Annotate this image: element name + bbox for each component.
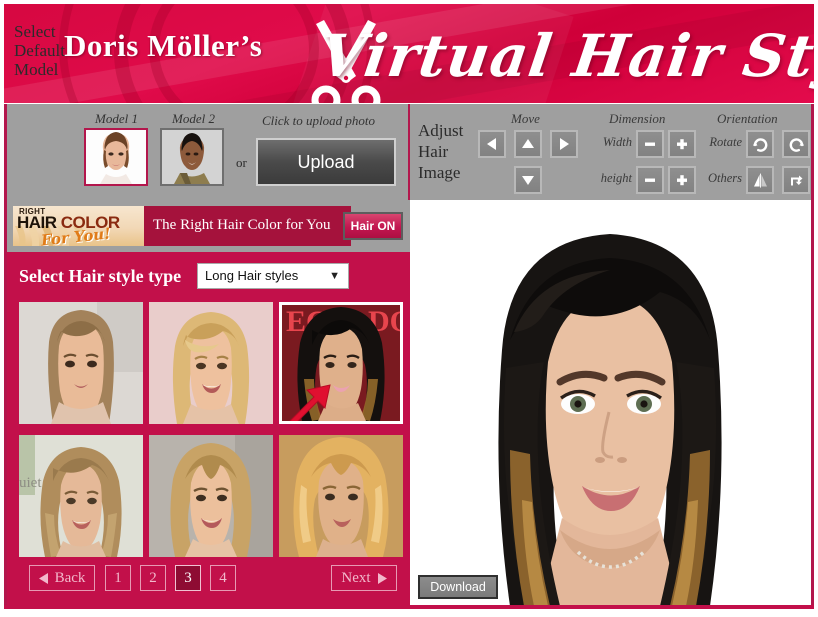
left-panel: RIGHT HAIR COLOR For You! The Right Hair… xyxy=(4,200,413,609)
others-label: Others xyxy=(707,171,742,185)
minus-icon xyxy=(645,178,655,182)
rotate-cw-button[interactable] xyxy=(746,130,774,158)
triangle-up-icon xyxy=(522,139,534,148)
rotate-cw-icon xyxy=(752,137,767,152)
page-footer xyxy=(0,609,818,617)
hairstyle-thumbnail-2[interactable] xyxy=(149,302,273,424)
model-1-caption: Model 1 xyxy=(95,111,138,126)
chevron-down-icon: ▼ xyxy=(329,270,340,282)
rotate-ccw-button[interactable] xyxy=(782,130,810,158)
pagination-page-2[interactable]: 2 xyxy=(140,565,166,591)
pagination-back-label: Back xyxy=(54,569,86,586)
pagination-page-1[interactable]: 1 xyxy=(105,565,131,591)
model-2-thumbnail[interactable] xyxy=(160,128,224,186)
hair-style-type-dropdown[interactable]: Long Hair styles ▼ xyxy=(197,263,349,289)
model-1-thumbnail[interactable] xyxy=(84,128,148,186)
preview-model-image xyxy=(410,200,811,606)
style-type-row: Select Hair style type Long Hair styles … xyxy=(7,260,413,296)
ad-banner-text: The Right Hair Color for You xyxy=(153,217,331,233)
minus-icon xyxy=(645,142,655,146)
move-left-button[interactable] xyxy=(478,130,506,158)
hairstyle-thumbnail-5[interactable] xyxy=(149,435,273,557)
dimension-group-label: Dimension xyxy=(609,111,666,126)
height-decrease-button[interactable] xyxy=(636,166,664,194)
pagination-page-3[interactable]: 3 xyxy=(175,565,201,591)
move-down-button[interactable] xyxy=(514,166,542,194)
or-text: or xyxy=(236,155,247,170)
orientation-group-label: Orientation xyxy=(717,111,778,126)
plus-icon xyxy=(677,139,687,150)
rotate-ccw-icon xyxy=(789,137,804,152)
hair-on-toggle-button[interactable]: Hair ON xyxy=(343,212,403,240)
triangle-left-icon xyxy=(38,572,48,584)
triangle-right-icon xyxy=(560,138,569,150)
flip-horizontal-button[interactable] xyxy=(746,166,774,194)
rotate-label: Rotate xyxy=(709,135,742,149)
hairstyle-thumbnail-6[interactable] xyxy=(279,435,403,557)
move-right-button[interactable] xyxy=(550,130,578,158)
triangle-right-icon xyxy=(377,572,387,584)
hairstyle-thumbnail-1[interactable] xyxy=(19,302,143,424)
hairstyle-thumbnail-3[interactable]: EC DO xyxy=(279,302,403,424)
pagination-page-4[interactable]: 4 xyxy=(210,565,236,591)
download-button[interactable]: Download xyxy=(418,575,498,599)
virtual-hair-styler-app: Doris Möller’s Virtual Hair Styler Selec… xyxy=(0,0,818,617)
app-header: Doris Möller’s Virtual Hair Styler xyxy=(4,4,814,103)
hair-preview-panel: Download xyxy=(410,200,814,609)
flip-horizontal-icon xyxy=(753,173,767,188)
select-default-model-label: Select Default Model xyxy=(14,22,65,79)
triangle-left-icon xyxy=(487,138,496,150)
flip-vertical-button[interactable] xyxy=(782,166,810,194)
height-label: height xyxy=(600,171,632,185)
model-2-caption: Model 2 xyxy=(172,111,215,126)
upload-button[interactable]: Upload xyxy=(256,138,396,186)
move-up-button[interactable] xyxy=(514,130,542,158)
svg-text:uiet: uiet xyxy=(19,475,42,491)
pagination: Back 1 2 3 4 Next xyxy=(7,565,413,605)
upload-caption: Click to upload photo xyxy=(262,113,376,128)
pagination-next-button[interactable]: Next xyxy=(331,565,397,591)
ad-logo: RIGHT HAIR COLOR For You! xyxy=(13,206,144,246)
brand-name: Doris Möller’s xyxy=(64,28,263,63)
select-hair-style-type-label: Select Hair style type xyxy=(19,266,182,286)
plus-icon xyxy=(677,175,687,186)
hairstyle-thumbnail-4[interactable]: uiet xyxy=(19,435,143,557)
app-title: Virtual Hair Styler xyxy=(315,22,814,90)
move-group-label: Move xyxy=(511,111,540,126)
hair-style-type-value: Long Hair styles xyxy=(205,268,299,283)
width-label: Width xyxy=(602,135,632,149)
ad-banner-bar: RIGHT HAIR COLOR For You! The Right Hair… xyxy=(7,200,413,252)
adjust-hair-image-label: Adjust Hair Image xyxy=(418,121,464,182)
width-decrease-button[interactable] xyxy=(636,130,664,158)
pagination-next-label: Next xyxy=(341,569,371,586)
flip-vertical-icon xyxy=(790,175,802,185)
ad-banner[interactable]: RIGHT HAIR COLOR For You! The Right Hair… xyxy=(13,206,351,246)
triangle-down-icon xyxy=(522,176,534,185)
hairstyle-thumbnail-grid: EC DO xyxy=(19,302,403,557)
pagination-back-button[interactable]: Back xyxy=(29,565,95,591)
